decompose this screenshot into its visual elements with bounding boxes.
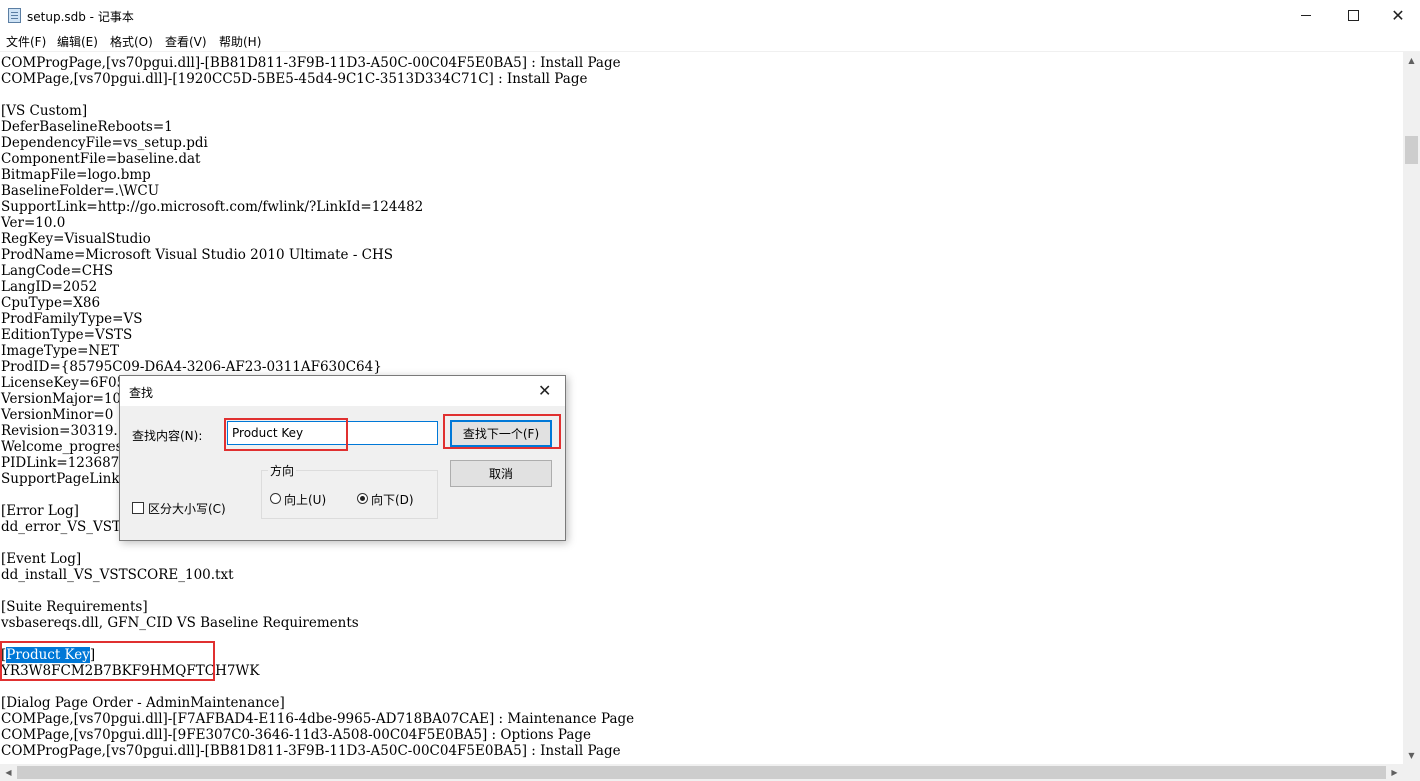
editor-line: ProdName=Microsoft Visual Studio 2010 Ul… bbox=[1, 247, 394, 263]
menu-help[interactable]: 帮助(H) bbox=[219, 33, 261, 50]
editor-line: ImageType=NET bbox=[1, 343, 120, 359]
editor-line: RegKey=VisualStudio bbox=[1, 231, 151, 247]
editor-line: ComponentFile=baseline.dat bbox=[1, 151, 201, 167]
editor-line: PIDLink=123687 bbox=[1, 455, 120, 471]
horizontal-scroll-thumb[interactable] bbox=[17, 766, 1386, 779]
scroll-up-icon[interactable]: ▲ bbox=[1403, 52, 1420, 69]
menu-file[interactable]: 文件(F) bbox=[6, 33, 46, 50]
close-icon[interactable]: ✕ bbox=[538, 381, 551, 400]
minimize-icon bbox=[1301, 15, 1311, 16]
editor-line: BitmapFile=logo.bmp bbox=[1, 167, 151, 183]
editor-line: Revision=30319. bbox=[1, 423, 118, 439]
editor-line: [Error Log] bbox=[1, 503, 79, 519]
maximize-button[interactable] bbox=[1330, 0, 1376, 31]
editor-line: vsbasereqs.dll, GFN_CID VS Baseline Requ… bbox=[1, 615, 359, 631]
editor-line: DependencyFile=vs_setup.pdi bbox=[1, 135, 208, 151]
editor-line: LicenseKey=6F05 bbox=[1, 375, 126, 391]
menu-format[interactable]: 格式(O) bbox=[110, 33, 153, 50]
close-icon: ✕ bbox=[1391, 5, 1405, 25]
maximize-icon bbox=[1347, 10, 1359, 21]
match-case-checkbox[interactable] bbox=[132, 502, 144, 514]
editor-line: BaselineFolder=.\WCU bbox=[1, 183, 160, 199]
minimize-button[interactable] bbox=[1283, 0, 1329, 31]
notepad-icon bbox=[8, 8, 21, 23]
vertical-scrollbar[interactable]: ▲ ▼ bbox=[1403, 52, 1420, 764]
editor-line: VersionMajor=10 bbox=[1, 391, 122, 407]
close-button[interactable]: ✕ bbox=[1375, 0, 1420, 31]
editor-line: CpuType=X86 bbox=[1, 295, 101, 311]
product-key-highlight bbox=[0, 641, 215, 681]
editor-line: COMPage,[vs70pgui.dll]-[1920CC5D-5BE5-45… bbox=[1, 71, 588, 87]
editor-line: COMPage,[vs70pgui.dll]-[F7AFBAD4-E116-4d… bbox=[1, 711, 635, 727]
direction-down-radio[interactable] bbox=[357, 493, 368, 504]
editor-line: EditionType=VSTS bbox=[1, 327, 133, 343]
menu-edit[interactable]: 编辑(E) bbox=[57, 33, 98, 50]
find-next-highlight bbox=[443, 414, 561, 449]
editor-line: ProdID={85795C09-D6A4-3206-AF23-0311AF63… bbox=[1, 359, 382, 375]
editor-line: COMProgPage,[vs70pgui.dll]-[BB81D811-3F9… bbox=[1, 55, 621, 71]
horizontal-scrollbar[interactable]: ◀ ▶ bbox=[0, 764, 1403, 781]
direction-label: 方向 bbox=[268, 462, 297, 479]
editor-line: COMProgPage,[vs70pgui.dll]-[BB81D811-3F9… bbox=[1, 743, 621, 759]
editor-line: [Event Log] bbox=[1, 551, 82, 567]
editor-line: COMPage,[vs70pgui.dll]-[9FE307C0-3646-11… bbox=[1, 727, 592, 743]
editor-line: dd_install_VS_VSTSCORE_100.txt bbox=[1, 567, 234, 583]
dialog-header: 查找 ✕ bbox=[120, 376, 565, 406]
menu-bar: 文件(F) 编辑(E) 格式(O) 查看(V) 帮助(H) bbox=[0, 31, 1420, 52]
cancel-button[interactable]: 取消 bbox=[450, 460, 552, 487]
direction-up-label[interactable]: 向上(U) bbox=[284, 491, 326, 508]
find-input-highlight bbox=[224, 418, 348, 451]
find-label: 查找内容(N): bbox=[132, 429, 203, 443]
editor-line: SupportPageLink bbox=[1, 471, 120, 487]
editor-line: [VS Custom] bbox=[1, 103, 88, 119]
direction-up-radio[interactable] bbox=[270, 493, 281, 504]
editor-line: LangCode=CHS bbox=[1, 263, 114, 279]
editor-line: Welcome_progres bbox=[1, 439, 123, 455]
editor-line: LangID=2052 bbox=[1, 279, 98, 295]
dialog-title: 查找 bbox=[129, 386, 154, 400]
menu-view[interactable]: 查看(V) bbox=[165, 33, 207, 50]
scroll-left-icon[interactable]: ◀ bbox=[0, 764, 17, 781]
editor-line: dd_error_VS_VST bbox=[1, 519, 122, 535]
editor-line: Ver=10.0 bbox=[1, 215, 66, 231]
editor-line: ProdFamilyType=VS bbox=[1, 311, 143, 327]
scrollbar-corner bbox=[1403, 764, 1420, 781]
find-dialog: 查找 ✕ 查找内容(N): 查找下一个(F) 取消 方向 向上(U) 向下(D)… bbox=[119, 375, 566, 541]
editor-line: VersionMinor=0 bbox=[1, 407, 114, 423]
editor-line: SupportLink=http://go.microsoft.com/fwli… bbox=[1, 199, 424, 215]
scroll-down-icon[interactable]: ▼ bbox=[1403, 747, 1420, 764]
editor-line: [Suite Requirements] bbox=[1, 599, 148, 615]
editor-line: DeferBaselineReboots=1 bbox=[1, 119, 173, 135]
title-bar: setup.sdb - 记事本 ✕ bbox=[0, 0, 1420, 31]
match-case-label[interactable]: 区分大小写(C) bbox=[148, 500, 226, 517]
scroll-right-icon[interactable]: ▶ bbox=[1386, 764, 1403, 781]
window-title: setup.sdb - 记事本 bbox=[27, 10, 134, 24]
vertical-scroll-thumb[interactable] bbox=[1405, 136, 1418, 164]
direction-down-label[interactable]: 向下(D) bbox=[371, 491, 414, 508]
editor-line: [Dialog Page Order - AdminMaintenance] bbox=[1, 695, 285, 711]
